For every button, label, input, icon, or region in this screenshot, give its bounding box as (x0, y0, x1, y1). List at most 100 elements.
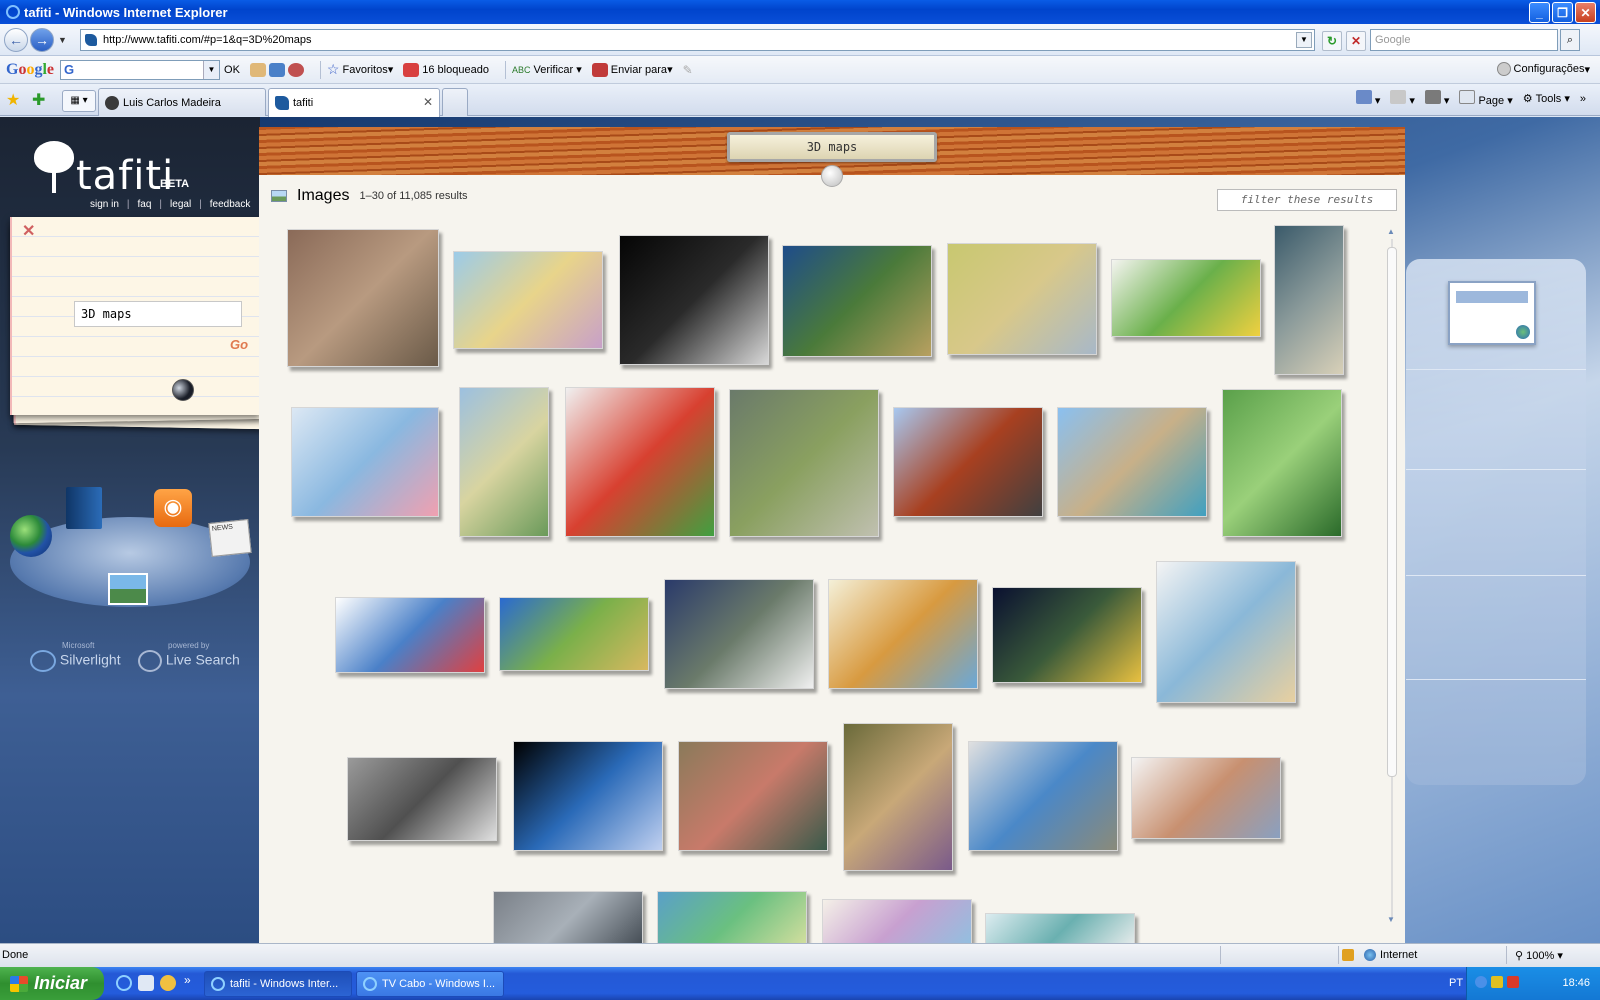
send-to-menu[interactable]: Enviar para ▾ (591, 62, 673, 77)
stop-button[interactable]: ✕ (1346, 31, 1366, 51)
browser-search-input[interactable]: Google (1370, 29, 1558, 51)
go-button[interactable]: Go (230, 337, 248, 352)
page-menu[interactable]: Page ▾ (1459, 90, 1513, 107)
thumbnail-transit-map[interactable] (565, 387, 715, 537)
bookmark-icon[interactable] (249, 62, 266, 77)
add-favorite-icon[interactable]: ✚ (32, 90, 45, 110)
thumbnail-game-city-map[interactable] (729, 389, 879, 537)
task-tafiti[interactable]: tafiti - Windows Inter... (204, 971, 352, 997)
silverlight-logo[interactable]: Microsoft Silverlight (30, 641, 121, 672)
print-button[interactable]: ▾ (1424, 90, 1449, 107)
favoritos-menu[interactable]: ☆ Favoritos ▾ (327, 61, 393, 78)
back-button[interactable]: ← (4, 27, 28, 52)
legal-link[interactable]: legal (170, 199, 191, 210)
scroll-down-icon[interactable]: ▼ (1387, 915, 1395, 924)
refresh-button[interactable]: ↻ (1322, 31, 1342, 51)
settings-menu[interactable]: Configurações ▾ (1496, 62, 1590, 76)
thumbnail-cs-bikini-court[interactable] (893, 407, 1043, 517)
browser-search-button[interactable]: ⌕ (1560, 29, 1580, 51)
thumbnail-island-game-map[interactable] (1274, 225, 1344, 375)
thumbnail-yarn-ball-globe[interactable] (1156, 561, 1296, 703)
thumbnail-green-terrain[interactable] (1222, 389, 1342, 537)
thumbnail-romania-map[interactable] (822, 899, 972, 943)
thumbnail-island-relief[interactable] (782, 245, 932, 357)
feeds-button[interactable]: ▾ (1390, 90, 1415, 107)
thumbnail-world-map-green[interactable] (1111, 259, 1261, 337)
google-search-input[interactable]: G ▼ (60, 59, 221, 80)
results-scrollbar[interactable]: ▲ ▼ (1387, 227, 1397, 927)
rss-feeds-icon[interactable]: ◉ (154, 489, 192, 527)
thumbnail-game-character[interactable] (843, 723, 953, 871)
home-button[interactable]: ▾ (1355, 90, 1380, 107)
google-input-dropdown-icon[interactable]: ▼ (203, 60, 220, 79)
maximize-button[interactable]: ❐ (1552, 2, 1573, 23)
thumbnail-liverpool-3d-map[interactable] (291, 407, 439, 517)
thumbnail-earth-night-lights[interactable] (992, 587, 1142, 683)
feedback-link[interactable]: feedback (210, 199, 251, 210)
new-tab-button[interactable] (442, 88, 468, 116)
query-input[interactable]: 3D maps (74, 301, 242, 327)
security-tray-icon[interactable] (1507, 976, 1519, 988)
pencil-icon[interactable]: ✎ (683, 63, 693, 77)
network-tray-icon[interactable] (1475, 976, 1487, 988)
thumbnail-city-software-map[interactable] (968, 741, 1118, 851)
thumbnail-map-partial[interactable] (985, 913, 1135, 943)
pagerank-icon[interactable] (287, 62, 304, 77)
tab-luis-carlos-madeira[interactable]: Luis Carlos Madeira (98, 88, 266, 116)
quicklaunch-ie-icon[interactable] (116, 975, 132, 991)
thumbnail-mountain-route[interactable] (664, 579, 814, 689)
history-dial-icon[interactable] (172, 379, 194, 401)
url-field[interactable]: http://www.tafiti.com/#p=1&q=3D%20maps ▼ (80, 29, 1315, 51)
images-icon[interactable] (108, 573, 148, 605)
thumbnail-physiographic-map[interactable] (947, 243, 1097, 355)
thumbnail-world-map-blue[interactable] (335, 597, 485, 673)
books-icon[interactable] (66, 487, 102, 529)
news-icon[interactable]: NEWS (208, 519, 252, 557)
forward-button[interactable]: → (30, 27, 54, 52)
language-indicator[interactable]: PT (1449, 977, 1463, 989)
sidewiki-icon[interactable] (268, 62, 285, 77)
tools-menu[interactable]: ⚙ Tools ▾ (1523, 92, 1570, 105)
thumbnail-downtown-aerial[interactable] (493, 891, 643, 943)
thumbnail-aerial-city[interactable] (287, 229, 439, 367)
thumbnail-terrain-valley[interactable] (678, 741, 828, 851)
thumbnail-world-physical-map[interactable] (499, 597, 649, 671)
history-dropdown-icon[interactable]: ▼ (58, 35, 67, 45)
favorites-center-icon[interactable]: ★ (6, 90, 20, 110)
shelf-page-thumbnail[interactable] (1448, 281, 1536, 345)
spellcheck-menu[interactable]: ABC Verificar ▾ (512, 63, 582, 77)
quicklaunch-overflow-icon[interactable]: » (184, 973, 191, 987)
google-ok-button[interactable]: OK (224, 64, 240, 76)
sign-in-link[interactable]: sign in (90, 199, 119, 210)
faq-link[interactable]: faq (138, 199, 152, 210)
quicklaunch-desktop-icon[interactable] (138, 975, 154, 991)
security-zone[interactable]: Internet (1364, 949, 1417, 961)
quicklaunch-messenger-icon[interactable] (160, 975, 176, 991)
scroll-up-icon[interactable]: ▲ (1387, 227, 1395, 236)
zoom-control[interactable]: ⚲ 100% ▾ (1515, 949, 1563, 962)
quick-tabs-button[interactable]: ▦ ▾ (62, 90, 96, 112)
thumbnail-campus-3d[interactable] (1131, 757, 1281, 839)
live-search-logo[interactable]: powered by Live Search (138, 641, 240, 672)
minimize-button[interactable]: _ (1529, 2, 1550, 23)
thumbnail-relief-blue-green[interactable] (657, 891, 807, 943)
thumbnail-world-political-map[interactable] (453, 251, 603, 349)
web-search-globe-icon[interactable] (10, 515, 52, 557)
start-button[interactable]: Iniciar (0, 967, 104, 1000)
filter-input[interactable]: filter these results (1217, 189, 1397, 211)
antivirus-tray-icon[interactable] (1491, 976, 1503, 988)
close-button[interactable]: ✕ (1575, 2, 1596, 23)
thumbnail-philippines-map[interactable] (459, 387, 549, 537)
url-dropdown-icon[interactable]: ▼ (1296, 32, 1312, 48)
scroll-thumb[interactable] (1387, 247, 1397, 777)
tab-close-icon[interactable]: ✕ (423, 95, 433, 109)
task-tv-cabo[interactable]: TV Cabo - Windows I... (356, 971, 504, 997)
tab-tafiti[interactable]: tafiti ✕ (268, 88, 440, 117)
thumbnail-city-block-3d[interactable] (347, 757, 497, 841)
toolbar-overflow-icon[interactable]: » (1580, 93, 1586, 105)
thumbnail-3d-render-shapes[interactable] (619, 235, 769, 365)
card-close-icon[interactable]: ✕ (22, 221, 35, 241)
thumbnail-cs-bikini-beach[interactable] (1057, 407, 1207, 517)
thumbnail-globe-software[interactable] (513, 741, 663, 851)
knob-icon[interactable] (821, 165, 843, 187)
